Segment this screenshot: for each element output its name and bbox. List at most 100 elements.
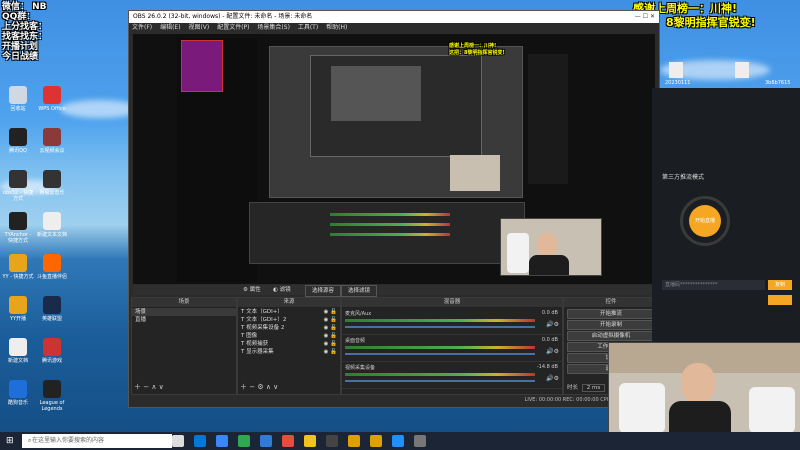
menu-help[interactable]: 帮助(H) bbox=[326, 24, 347, 31]
visibility-icon[interactable]: ◉ 🔓 bbox=[324, 340, 337, 348]
desktop-icon-label: League of Legends bbox=[39, 400, 65, 412]
taskbar-app-icon[interactable] bbox=[414, 435, 426, 447]
volume-slider[interactable] bbox=[345, 353, 535, 355]
desktop-icon[interactable]: 新建文档 bbox=[2, 338, 34, 364]
ty-icon bbox=[9, 212, 27, 230]
dock-title: 混音器 bbox=[342, 298, 562, 308]
wps-icon bbox=[43, 86, 61, 104]
scenes-dock: 场景 场景 直播 ＋ − ∧ ∨ bbox=[131, 297, 237, 395]
source-controls[interactable]: ＋ − ⚙ ∧ ∨ bbox=[240, 382, 278, 392]
menu-tools[interactable]: 工具(T) bbox=[298, 24, 318, 31]
taskbar-app-icon[interactable] bbox=[392, 435, 404, 447]
taskbar-app-icon[interactable] bbox=[260, 435, 272, 447]
desktop-icon-label: 新建文档 bbox=[7, 358, 28, 364]
preview-nested-cam bbox=[450, 155, 500, 191]
person-body bbox=[669, 401, 731, 433]
mode-label: 第三方推流模式 bbox=[662, 174, 705, 181]
source-item[interactable]: T 视频采集设备 2 ◉ 🔓 bbox=[238, 324, 340, 332]
taskbar-app-icon[interactable] bbox=[194, 435, 206, 447]
copy-button-2[interactable] bbox=[768, 295, 792, 305]
taskbar-app-icon[interactable] bbox=[304, 435, 316, 447]
taskbar-app-icon[interactable] bbox=[370, 435, 382, 447]
desktop-icon[interactable]: 网易云音乐 bbox=[36, 170, 68, 196]
preview-thanks: 感谢上周榜一：川神! 这把：8黎明指挥官锐变! bbox=[449, 43, 505, 56]
visibility-icon[interactable]: ◉ 🔓 bbox=[324, 308, 337, 316]
mute-icon[interactable]: 🔊⚙ bbox=[546, 348, 559, 355]
select-filter-button[interactable]: 选择滤镜 bbox=[341, 285, 378, 297]
visibility-icon[interactable]: ◉ 🔓 bbox=[324, 324, 337, 332]
desktop-icon[interactable]: TYAnchor - 快捷方式 bbox=[2, 212, 34, 244]
desktop-icon[interactable]: YY - 快捷方式 bbox=[2, 254, 34, 280]
control-button[interactable]: 开始推流 bbox=[567, 309, 655, 319]
window-controls[interactable]: — ☐ ✕ bbox=[635, 11, 655, 23]
scene-item[interactable]: 场景 bbox=[132, 308, 236, 316]
mixer-channel: 桌面音频 0.0 dB 🔊⚙ bbox=[342, 335, 562, 362]
start-live-button[interactable]: 开始直播 bbox=[689, 205, 721, 237]
taskbar-app-icon[interactable] bbox=[282, 435, 294, 447]
desktop-icon[interactable]: 斗鱼直播伴侣 bbox=[36, 254, 68, 280]
taskbar-app-icon[interactable] bbox=[238, 435, 250, 447]
taskbar-app-icon[interactable] bbox=[326, 435, 338, 447]
source-item[interactable]: T 视频捕获 ◉ 🔓 bbox=[238, 340, 340, 348]
dock-title: 控件 bbox=[564, 298, 658, 308]
douyu-icon bbox=[43, 254, 61, 272]
menu-file[interactable]: 文件(F) bbox=[132, 24, 152, 31]
menu-profile[interactable]: 配置文件(P) bbox=[217, 24, 249, 31]
desktop-icon-label: 酷狗音乐 bbox=[7, 400, 28, 406]
desktop-icon[interactable]: obs32 - 快捷方式 bbox=[2, 170, 34, 202]
preview-side-panel bbox=[528, 54, 568, 184]
desktop-icon[interactable]: 英雄联盟 bbox=[36, 296, 68, 322]
mute-icon[interactable]: 🔊⚙ bbox=[546, 321, 559, 328]
league-icon bbox=[43, 380, 61, 398]
visibility-icon[interactable]: ◉ 🔓 bbox=[324, 316, 337, 324]
filters-button[interactable]: ◐ 滤镜 bbox=[273, 285, 291, 295]
desktop-icon[interactable]: 新建文本文档 bbox=[36, 212, 68, 238]
source-item[interactable]: T 图像 ◉ 🔓 bbox=[238, 332, 340, 340]
game-icon bbox=[43, 338, 61, 356]
taskbar-app-icon[interactable] bbox=[348, 435, 360, 447]
mute-icon[interactable]: 🔊⚙ bbox=[546, 375, 559, 382]
obs-menubar: 文件(F) 编辑(E) 视图(V) 配置文件(P) 场景集合(S) 工具(T) … bbox=[129, 23, 659, 33]
obs-window: OBS 26.0.2 (32-bit, windows) - 配置文件: 未命名… bbox=[128, 10, 660, 408]
source-item[interactable]: T 文本（GDI+）2 ◉ 🔓 bbox=[238, 316, 340, 324]
channel-name: 桌面音频 bbox=[345, 338, 366, 344]
menu-scene-collection[interactable]: 场景集合(S) bbox=[257, 24, 290, 31]
control-button[interactable]: 启动虚拟摄像机 bbox=[567, 331, 655, 341]
stream-key-input[interactable]: 直播码*************** bbox=[662, 280, 765, 290]
copy-button[interactable]: 复制 bbox=[768, 280, 792, 290]
volume-slider[interactable] bbox=[345, 326, 535, 328]
desktop-icon[interactable]: 腾讯QQ bbox=[2, 128, 34, 154]
qq-icon bbox=[9, 128, 27, 146]
taskbar-search[interactable]: 在这里输入你要搜索的内容 bbox=[22, 434, 172, 448]
select-source-button[interactable]: 选择源容 bbox=[305, 285, 342, 297]
channel-db: 0.0 dB bbox=[541, 337, 558, 343]
source-item[interactable]: T 文本（GDI+） ◉ 🔓 bbox=[238, 308, 340, 316]
menu-view[interactable]: 视图(V) bbox=[188, 24, 209, 31]
streaming-app-panel: 第三方推流模式 开始直播 直播码*************** 复制 bbox=[652, 88, 800, 343]
visibility-icon[interactable]: ◉ 🔓 bbox=[324, 332, 337, 340]
desktop-icon[interactable]: YY开播 bbox=[2, 296, 34, 322]
taskbar-app-icon[interactable] bbox=[172, 435, 184, 447]
channel-name: 视频采集设备 bbox=[345, 365, 376, 371]
desktop-icon[interactable]: 腾讯游戏 bbox=[36, 338, 68, 364]
file-icon[interactable] bbox=[669, 62, 683, 78]
visibility-icon[interactable]: ◉ 🔓 bbox=[324, 348, 337, 356]
taskbar-app-icon[interactable] bbox=[216, 435, 228, 447]
obs-titlebar: OBS 26.0.2 (32-bit, windows) - 配置文件: 未命名… bbox=[129, 11, 659, 23]
scene-controls[interactable]: ＋ − ∧ ∨ bbox=[134, 382, 164, 392]
desktop-icon[interactable]: League of Legends bbox=[36, 380, 68, 412]
desktop-icon[interactable]: 酷狗音乐 bbox=[2, 380, 34, 406]
file-icon[interactable] bbox=[735, 62, 749, 78]
control-button[interactable]: 开始录制 bbox=[567, 320, 655, 330]
transition-duration[interactable]: 时长 2 ms bbox=[567, 383, 606, 392]
desktop-icon[interactable]: WPS Office bbox=[36, 86, 68, 112]
desktop-icon[interactable]: 回收站 bbox=[2, 86, 34, 112]
volume-slider[interactable] bbox=[345, 380, 535, 382]
menu-edit[interactable]: 编辑(E) bbox=[160, 24, 180, 31]
start-button[interactable]: ⊞ bbox=[6, 436, 16, 446]
properties-button[interactable]: ⚙ 属性 bbox=[243, 285, 261, 295]
start-ring: 开始直播 bbox=[680, 196, 730, 246]
source-item[interactable]: T 显示器采集 ◉ 🔓 bbox=[238, 348, 340, 356]
desktop-icon[interactable]: 云视频会议 bbox=[36, 128, 68, 154]
scene-item[interactable]: 直播 bbox=[132, 316, 236, 324]
